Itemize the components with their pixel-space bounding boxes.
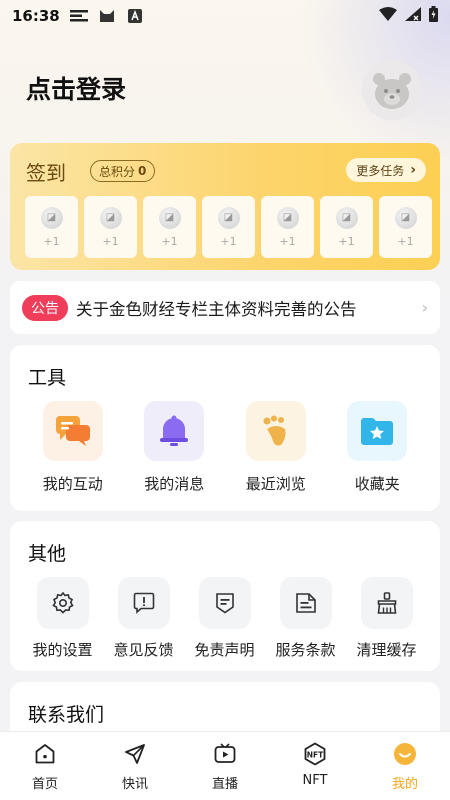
- home-icon: [33, 742, 57, 766]
- day-reward: +1: [220, 234, 237, 248]
- tool-my-messages[interactable]: 我的消息: [124, 401, 226, 494]
- login-prompt[interactable]: 点击登录: [26, 70, 126, 106]
- send-icon: [123, 742, 147, 766]
- disclaimer-icon: [198, 577, 251, 629]
- coin-icon: ◪: [394, 206, 417, 229]
- status-bar: 16:38: [0, 0, 450, 32]
- announcement-tag: 公告: [22, 294, 68, 321]
- wifi-icon: [379, 7, 397, 25]
- signin-card: 签到 总积分 0 更多任务 › ◪ +1 ◪ +1 ◪ +1 ◪ +1 ◪ +1 ◪ +1 …: [10, 143, 440, 270]
- chevron-right-icon: ›: [410, 162, 416, 178]
- feedback-icon: [117, 577, 170, 629]
- broom-icon: [360, 577, 413, 629]
- day-reward: +1: [279, 234, 296, 248]
- font-app-icon: [126, 9, 144, 23]
- item-clear-cache[interactable]: 清理缓存: [346, 577, 427, 660]
- day-reward: +1: [102, 234, 119, 248]
- other-row: 我的设置 意见反馈 免责声明 服务条款 清理缓存: [10, 577, 440, 660]
- coin-icon: ◪: [99, 206, 122, 229]
- item-terms[interactable]: 服务条款: [265, 577, 346, 660]
- signin-day[interactable]: ◪ +1: [261, 196, 314, 258]
- signin-day[interactable]: ◪ +1: [379, 196, 432, 258]
- tab-label: NFT: [302, 773, 328, 788]
- tab-label: 我的: [391, 777, 418, 792]
- tool-label: 我的消息: [144, 475, 205, 493]
- avatar[interactable]: [362, 60, 422, 120]
- item-label: 意见反馈: [113, 641, 174, 659]
- coin-icon: ◪: [158, 206, 181, 229]
- svg-text:NFT: NFT: [307, 751, 324, 760]
- tab-label: 首页: [31, 777, 58, 792]
- tab-me[interactable]: 我的: [360, 732, 450, 800]
- live-icon: [213, 742, 237, 766]
- tools-row: 我的互动 我的消息 最近浏览 收藏夹: [10, 401, 440, 494]
- other-section: 其他 我的设置 意见反馈 免责声明 服务条款 清理缓存: [10, 521, 440, 671]
- contact-title: 联系我们: [28, 704, 105, 726]
- bottom-tab-bar: 首页 快讯 直播 NFT NFT 我的: [0, 731, 450, 800]
- tool-label: 收藏夹: [354, 475, 400, 493]
- signin-day[interactable]: ◪ +1: [84, 196, 137, 258]
- status-time: 16:38: [12, 7, 60, 25]
- coin-icon: ◪: [335, 206, 358, 229]
- tab-label: 快讯: [121, 777, 148, 792]
- tab-nft[interactable]: NFT NFT: [270, 732, 360, 800]
- tool-label: 最近浏览: [245, 475, 306, 493]
- notification-list-icon: [69, 9, 88, 23]
- day-reward: +1: [397, 234, 414, 248]
- nft-icon: NFT: [303, 742, 327, 766]
- points-value: 0: [138, 164, 147, 178]
- tab-live[interactable]: 直播: [180, 732, 270, 800]
- tab-label: 直播: [211, 777, 238, 792]
- tool-my-interactions[interactable]: 我的互动: [22, 401, 124, 494]
- folder-star-icon: [347, 401, 408, 461]
- signin-days: ◪ +1 ◪ +1 ◪ +1 ◪ +1 ◪ +1 ◪ +1 ◪ +1: [25, 196, 432, 258]
- me-icon: [393, 742, 417, 766]
- other-title: 其他: [28, 543, 67, 565]
- announcement-text: 关于金色财经专栏主体资料完善的公告: [76, 299, 357, 319]
- tab-home[interactable]: 首页: [0, 732, 90, 800]
- day-reward: +1: [43, 234, 60, 248]
- cat-app-icon: [98, 9, 116, 23]
- signin-title: 签到: [26, 161, 66, 185]
- gear-icon: [36, 577, 89, 629]
- battery-icon: [429, 6, 438, 26]
- footprint-icon: [245, 401, 306, 461]
- day-reward: +1: [161, 234, 178, 248]
- signin-day[interactable]: ◪ +1: [320, 196, 373, 258]
- item-feedback[interactable]: 意见反馈: [103, 577, 184, 660]
- item-my-settings[interactable]: 我的设置: [22, 577, 103, 660]
- day-reward: +1: [338, 234, 355, 248]
- tools-section: 工具 我的互动 我的消息 最近浏览 收藏夹: [10, 345, 440, 511]
- more-tasks-label: 更多任务: [356, 163, 405, 178]
- bell-icon: [144, 401, 205, 461]
- chevron-right-icon: ›: [421, 298, 428, 317]
- tool-favorites[interactable]: 收藏夹: [327, 401, 429, 494]
- signin-day[interactable]: ◪ +1: [202, 196, 255, 258]
- points-label: 总积分: [99, 164, 136, 179]
- item-label: 免责声明: [194, 641, 255, 659]
- more-tasks-button[interactable]: 更多任务 ›: [346, 158, 426, 182]
- tools-title: 工具: [28, 367, 67, 389]
- item-label: 我的设置: [32, 641, 93, 659]
- status-right-group: [379, 6, 438, 26]
- total-points-badge: 总积分 0: [90, 160, 156, 182]
- tool-label: 我的互动: [42, 475, 103, 493]
- chat-icon: [42, 401, 103, 461]
- tab-flash-news[interactable]: 快讯: [90, 732, 180, 800]
- tool-recent-browsing[interactable]: 最近浏览: [225, 401, 327, 494]
- item-label: 清理缓存: [356, 641, 417, 659]
- signin-day[interactable]: ◪ +1: [25, 196, 78, 258]
- coin-icon: ◪: [40, 206, 63, 229]
- signal-icon: [405, 7, 421, 25]
- item-disclaimer[interactable]: 免责声明: [184, 577, 265, 660]
- announcement-bar[interactable]: 公告 关于金色财经专栏主体资料完善的公告 ›: [10, 281, 440, 334]
- coin-icon: ◪: [217, 206, 240, 229]
- terms-icon: [279, 577, 332, 629]
- coin-icon: ◪: [276, 206, 299, 229]
- signin-day[interactable]: ◪ +1: [143, 196, 196, 258]
- bear-avatar-icon: [362, 60, 422, 120]
- item-label: 服务条款: [275, 641, 336, 659]
